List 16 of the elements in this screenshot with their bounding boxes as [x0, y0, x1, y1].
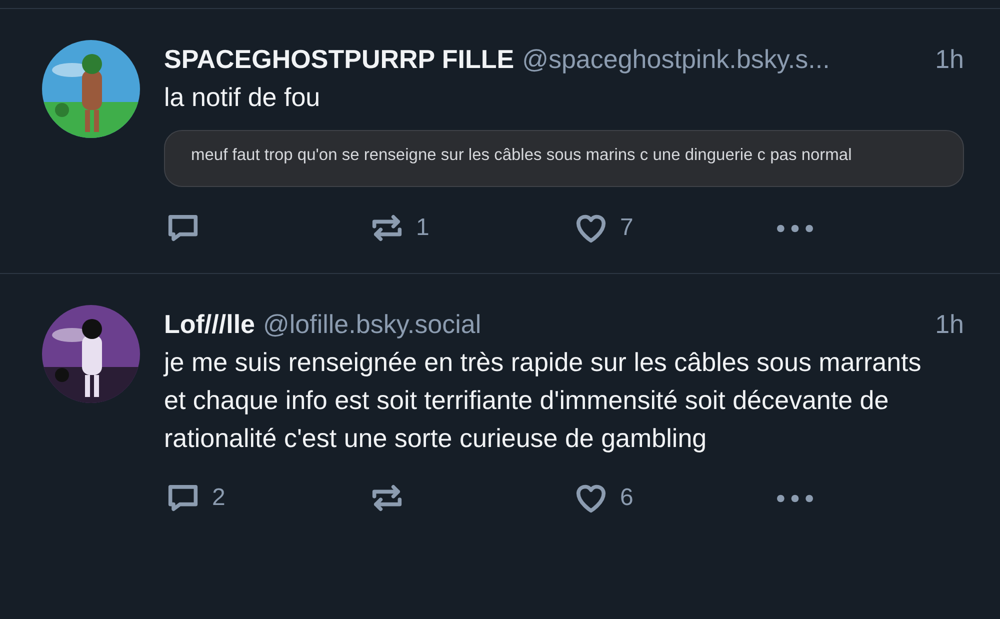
post-text: je me suis renseignée en très rapide sur les câbles sous marrants et chaque info est soit terrifiante d'immensité soit décevante de rationalité c'est une sorte curieuse de gambling: [164, 346, 922, 455]
handle[interactable]: @lofille.bsky.social: [263, 305, 482, 343]
reply-button[interactable]: 2: [164, 479, 368, 517]
timestamp[interactable]: 1h: [915, 305, 964, 343]
like-button[interactable]: 7: [572, 209, 776, 247]
post-text: la notif de fou: [164, 81, 322, 114]
handle[interactable]: @spaceghostpink.bsky.s...: [522, 40, 830, 78]
embedded-screenshot[interactable]: meuf faut trop qu'on se renseigne sur les câbles sous marins c une dinguerie c pas normal: [164, 130, 964, 187]
message-text: meuf faut trop qu'on se renseigne sur les câbles sous marins c une dinguerie c pas normal: [191, 146, 852, 164]
repost-button[interactable]: 1: [368, 209, 572, 247]
display-name[interactable]: SPACEGHOSTPURRP FILLE: [164, 40, 514, 78]
more-icon: [776, 224, 814, 232]
timestamp[interactable]: 1h: [915, 40, 964, 78]
display-name[interactable]: Lof///lle: [164, 305, 255, 343]
more-icon: [776, 494, 814, 502]
like-button[interactable]: 6: [572, 479, 776, 517]
